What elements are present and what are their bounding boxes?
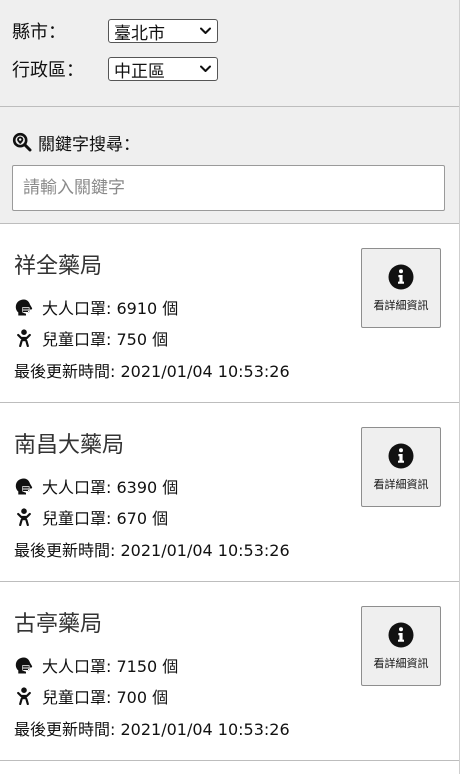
district-select-value: 中正區 <box>114 61 165 82</box>
store-name: 南昌大藥局 <box>14 433 125 458</box>
store-list: 祥全藥局 大人口罩: 6910 個 兒童口罩: 750 個 最後更新時間: 20… <box>0 224 459 761</box>
info-circle-icon <box>388 622 414 648</box>
child-mask-count: 兒童口罩: 700 個 <box>42 688 169 707</box>
city-select[interactable]: 臺北市 <box>108 19 218 44</box>
view-details-button[interactable]: 看詳細資訊 <box>361 606 441 686</box>
district-filter: 行政區： 中正區 <box>12 56 459 82</box>
view-details-button[interactable]: 看詳細資訊 <box>361 427 441 507</box>
store-name: 祥全藥局 <box>14 254 103 279</box>
child-icon <box>14 687 34 705</box>
child-mask-count: 兒童口罩: 670 個 <box>42 509 169 528</box>
head-side-mask-icon <box>14 477 34 495</box>
last-updated: 最後更新時間: 2021/01/04 10:53:26 <box>14 720 290 739</box>
adult-mask-row: 大人口罩: 6390 個 <box>14 474 178 498</box>
adult-mask-count: 大人口罩: 6910 個 <box>42 299 179 318</box>
child-icon <box>14 508 34 526</box>
last-updated: 最後更新時間: 2021/01/04 10:53:26 <box>14 541 290 560</box>
adult-mask-row: 大人口罩: 7150 個 <box>14 653 178 677</box>
adult-mask-count: 大人口罩: 6390 個 <box>42 478 179 497</box>
adult-mask-count: 大人口罩: 7150 個 <box>42 657 179 676</box>
search-location-icon <box>12 132 32 152</box>
view-details-button[interactable]: 看詳細資訊 <box>361 248 441 328</box>
store-card: 祥全藥局 大人口罩: 6910 個 兒童口罩: 750 個 最後更新時間: 20… <box>0 224 459 403</box>
search-section: 關鍵字搜尋： <box>0 107 459 224</box>
child-mask-row: 兒童口罩: 700 個 <box>14 684 168 708</box>
head-side-mask-icon <box>14 656 34 674</box>
view-details-label: 看詳細資訊 <box>373 657 429 670</box>
child-mask-row: 兒童口罩: 750 個 <box>14 326 168 350</box>
view-details-label: 看詳細資訊 <box>373 299 429 312</box>
search-header: 關鍵字搜尋： <box>12 129 459 155</box>
city-select-value: 臺北市 <box>114 23 165 44</box>
search-label: 關鍵字搜尋： <box>38 134 140 155</box>
info-circle-icon <box>388 443 414 469</box>
district-label: 行政區： <box>12 60 84 81</box>
last-updated: 最後更新時間: 2021/01/04 10:53:26 <box>14 362 290 381</box>
chevron-down-icon <box>200 27 211 34</box>
store-name: 古亭藥局 <box>14 612 103 637</box>
view-details-label: 看詳細資訊 <box>373 478 429 491</box>
child-mask-count: 兒童口罩: 750 個 <box>42 330 169 349</box>
filter-section: 縣市： 臺北市 行政區： 中正區 <box>0 0 459 107</box>
city-filter: 縣市： 臺北市 <box>12 18 459 44</box>
child-mask-row: 兒童口罩: 670 個 <box>14 505 168 529</box>
store-card: 南昌大藥局 大人口罩: 6390 個 兒童口罩: 670 個 最後更新時間: 2… <box>0 403 459 582</box>
chevron-down-icon <box>200 65 211 72</box>
head-side-mask-icon <box>14 298 34 316</box>
child-icon <box>14 329 34 347</box>
adult-mask-row: 大人口罩: 6910 個 <box>14 295 178 319</box>
keyword-search-input[interactable] <box>12 165 445 211</box>
city-label: 縣市： <box>12 22 66 43</box>
district-select[interactable]: 中正區 <box>108 57 218 82</box>
store-card: 古亭藥局 大人口罩: 7150 個 兒童口罩: 700 個 最後更新時間: 20… <box>0 582 459 761</box>
pharmacy-panel: 縣市： 臺北市 行政區： 中正區 關鍵字搜尋： 請輸入關鍵字 祥全藥局 大人口罩… <box>0 0 460 774</box>
info-circle-icon <box>388 264 414 290</box>
